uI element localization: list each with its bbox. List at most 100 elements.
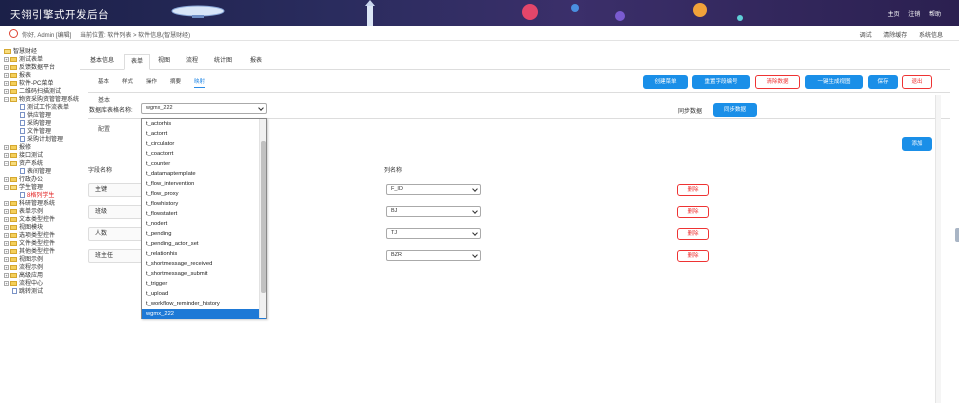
tree-item[interactable]: + 文本类型控件: [4, 216, 55, 224]
dropdown-option[interactable]: t_datamaptemplate: [142, 169, 266, 179]
tab-flow[interactable]: 流程: [180, 54, 204, 70]
dropdown-option[interactable]: t_trigger: [142, 279, 266, 289]
tree-item[interactable]: + 反馈数据平台: [4, 64, 55, 72]
dropdown-option[interactable]: t_nodert: [142, 219, 266, 229]
collapse-icon[interactable]: −: [4, 160, 9, 166]
subtab-mapping[interactable]: 映射: [194, 77, 206, 88]
expand-icon[interactable]: +: [4, 176, 9, 182]
tree-item[interactable]: 跳转测试: [12, 288, 43, 296]
subtab-action[interactable]: 操作: [146, 77, 157, 85]
tree-item[interactable]: 表间管理: [20, 168, 51, 176]
exit-button[interactable]: 退出: [902, 75, 932, 89]
expand-icon[interactable]: +: [4, 88, 9, 94]
tree-item[interactable]: + 文件类型控件: [4, 240, 55, 248]
side-handle-icon[interactable]: [955, 228, 959, 242]
tree-item[interactable]: 供应管理: [20, 112, 51, 120]
tab-chart[interactable]: 统计图: [208, 54, 238, 70]
expand-icon[interactable]: +: [4, 144, 9, 150]
subtab-style[interactable]: 样式: [122, 77, 133, 85]
dropdown-option-selected[interactable]: wgmx_222: [142, 309, 266, 319]
tree-item[interactable]: + 科研管理系统: [4, 200, 55, 208]
tree-item[interactable]: + 视图模块: [4, 224, 43, 232]
dropdown-option[interactable]: t_upload: [142, 289, 266, 299]
tree-item[interactable]: 测试工作流表单: [20, 104, 69, 112]
expand-icon[interactable]: +: [4, 272, 9, 278]
system-info-link[interactable]: 系统信息: [919, 33, 943, 39]
help-link[interactable]: 帮助: [929, 12, 941, 18]
dropdown-option[interactable]: t_circulator: [142, 139, 266, 149]
expand-icon[interactable]: +: [4, 200, 9, 206]
dropdown-option[interactable]: t_relationhis: [142, 249, 266, 259]
tab-basic-info[interactable]: 基本信息: [84, 54, 120, 70]
expand-icon[interactable]: +: [4, 264, 9, 270]
dropdown-option[interactable]: t_shortmessage_submit: [142, 269, 266, 279]
expand-icon[interactable]: +: [4, 240, 9, 246]
column-select[interactable]: F_ID: [386, 184, 481, 195]
expand-icon[interactable]: +: [4, 152, 9, 158]
dropdown-scrollbar[interactable]: [259, 119, 266, 318]
dropdown-option[interactable]: t_counter: [142, 159, 266, 169]
tree-item[interactable]: + 测试表单: [4, 56, 43, 64]
tree-item[interactable]: + 软件-PC菜单: [4, 80, 53, 88]
dropdown-option[interactable]: t_flowstatert: [142, 209, 266, 219]
tree-item[interactable]: − 学生管理: [4, 184, 43, 192]
expand-icon[interactable]: +: [4, 216, 9, 222]
reset-field-ids-button[interactable]: 重置字段编号: [692, 75, 750, 89]
tree-item[interactable]: + 二维码扫描测试: [4, 88, 61, 96]
clear-cache-link[interactable]: 清除缓存: [883, 33, 907, 39]
tree-item[interactable]: + 流程中心: [4, 280, 43, 288]
logout-link[interactable]: 注销: [908, 12, 920, 18]
column-select[interactable]: BJ: [386, 206, 481, 217]
dropdown-option[interactable]: t_pending_actor_set: [142, 239, 266, 249]
dropdown-option[interactable]: t_pending: [142, 229, 266, 239]
create-menu-button[interactable]: 创建菜单: [643, 75, 688, 89]
expand-icon[interactable]: +: [4, 56, 9, 62]
tree-item[interactable]: + 其他类型控件: [4, 248, 55, 256]
dropdown-option[interactable]: t_flow_intervention: [142, 179, 266, 189]
expand-icon[interactable]: +: [4, 64, 9, 70]
tree-item[interactable]: + 行政办公: [4, 176, 43, 184]
expand-icon[interactable]: +: [4, 208, 9, 214]
tree-item[interactable]: + 接口测试: [4, 152, 43, 160]
delete-button[interactable]: 删除: [677, 206, 709, 218]
expand-icon[interactable]: +: [4, 72, 9, 78]
delete-button[interactable]: 删除: [677, 228, 709, 240]
subtab-basic[interactable]: 基本: [98, 77, 109, 85]
expand-icon[interactable]: +: [4, 224, 9, 230]
column-select[interactable]: TJ: [386, 228, 481, 239]
tree-item-selected[interactable]: 8格列学生: [20, 192, 54, 200]
tree-item[interactable]: + 选项类型控件: [4, 232, 55, 240]
page-scrollbar[interactable]: [935, 95, 941, 403]
clear-data-button[interactable]: 清除数据: [755, 75, 800, 89]
dropdown-option[interactable]: t_shortmessage_received: [142, 259, 266, 269]
tree-item[interactable]: + 高级应用: [4, 272, 43, 280]
tab-form[interactable]: 表单: [124, 54, 151, 70]
delete-button[interactable]: 删除: [677, 250, 709, 262]
scrollbar-thumb[interactable]: [261, 141, 266, 293]
tree-item[interactable]: + 视图示例: [4, 256, 43, 264]
expand-icon[interactable]: +: [4, 232, 9, 238]
user-greeting[interactable]: 你好, Admin [编辑]: [22, 30, 71, 39]
expand-icon[interactable]: +: [4, 80, 9, 86]
dropdown-option[interactable]: t_coactorrt: [142, 149, 266, 159]
debug-link[interactable]: 调试: [860, 33, 872, 39]
add-button[interactable]: 添加: [902, 137, 932, 151]
tree-item[interactable]: 采购管理: [20, 120, 51, 128]
home-link[interactable]: 主页: [888, 12, 900, 18]
subtab-summary[interactable]: 摘要: [170, 77, 181, 85]
tree-item[interactable]: 文件管理: [20, 128, 51, 136]
save-button[interactable]: 保存: [868, 75, 898, 89]
dropdown-option[interactable]: t_flow_proxy: [142, 189, 266, 199]
table-name-select[interactable]: wgmx_222: [141, 103, 267, 114]
dropdown-option[interactable]: t_workflow_reminder_history: [142, 299, 266, 309]
expand-icon[interactable]: +: [4, 280, 9, 286]
expand-icon[interactable]: +: [4, 256, 9, 262]
delete-button[interactable]: 删除: [677, 184, 709, 196]
collapse-icon[interactable]: −: [4, 96, 9, 102]
tree-item[interactable]: 采购计划管理: [20, 136, 63, 144]
tab-view[interactable]: 视图: [152, 54, 176, 70]
tree-item[interactable]: + 报表: [4, 72, 31, 80]
column-select[interactable]: BZR: [386, 250, 481, 261]
tab-report[interactable]: 报表: [244, 54, 268, 70]
tree-item[interactable]: + 流程示例: [4, 264, 43, 272]
